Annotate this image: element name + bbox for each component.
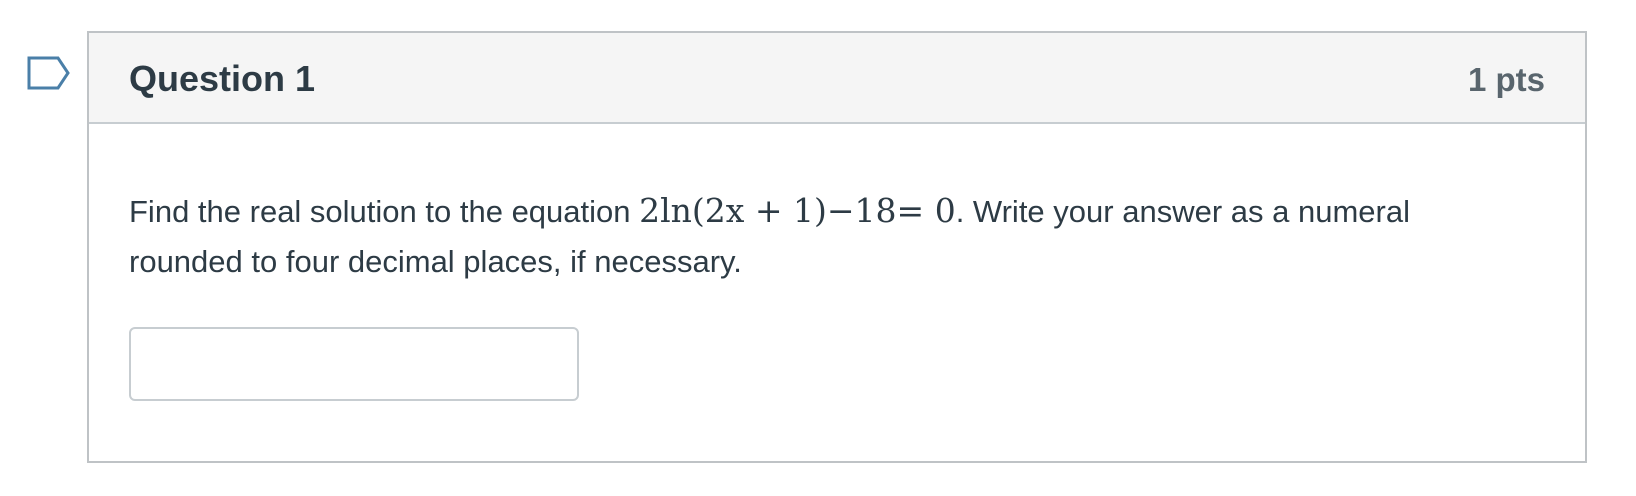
question-title: Question 1 <box>129 58 316 99</box>
flag-question-icon[interactable] <box>27 56 71 92</box>
question-text-intro: Find the real solution to the equation <box>129 194 640 229</box>
question-text: Find the real solution to the equation 2… <box>129 186 1449 287</box>
answer-input[interactable] <box>129 327 579 401</box>
question-header: Question 1 1 pts <box>89 33 1585 124</box>
question-card: Question 1 1 pts Find the real solution … <box>87 31 1587 463</box>
question-points: 1 pts <box>1467 61 1545 98</box>
equation: 2ln(2x + 1)−18= 0 <box>639 191 956 230</box>
